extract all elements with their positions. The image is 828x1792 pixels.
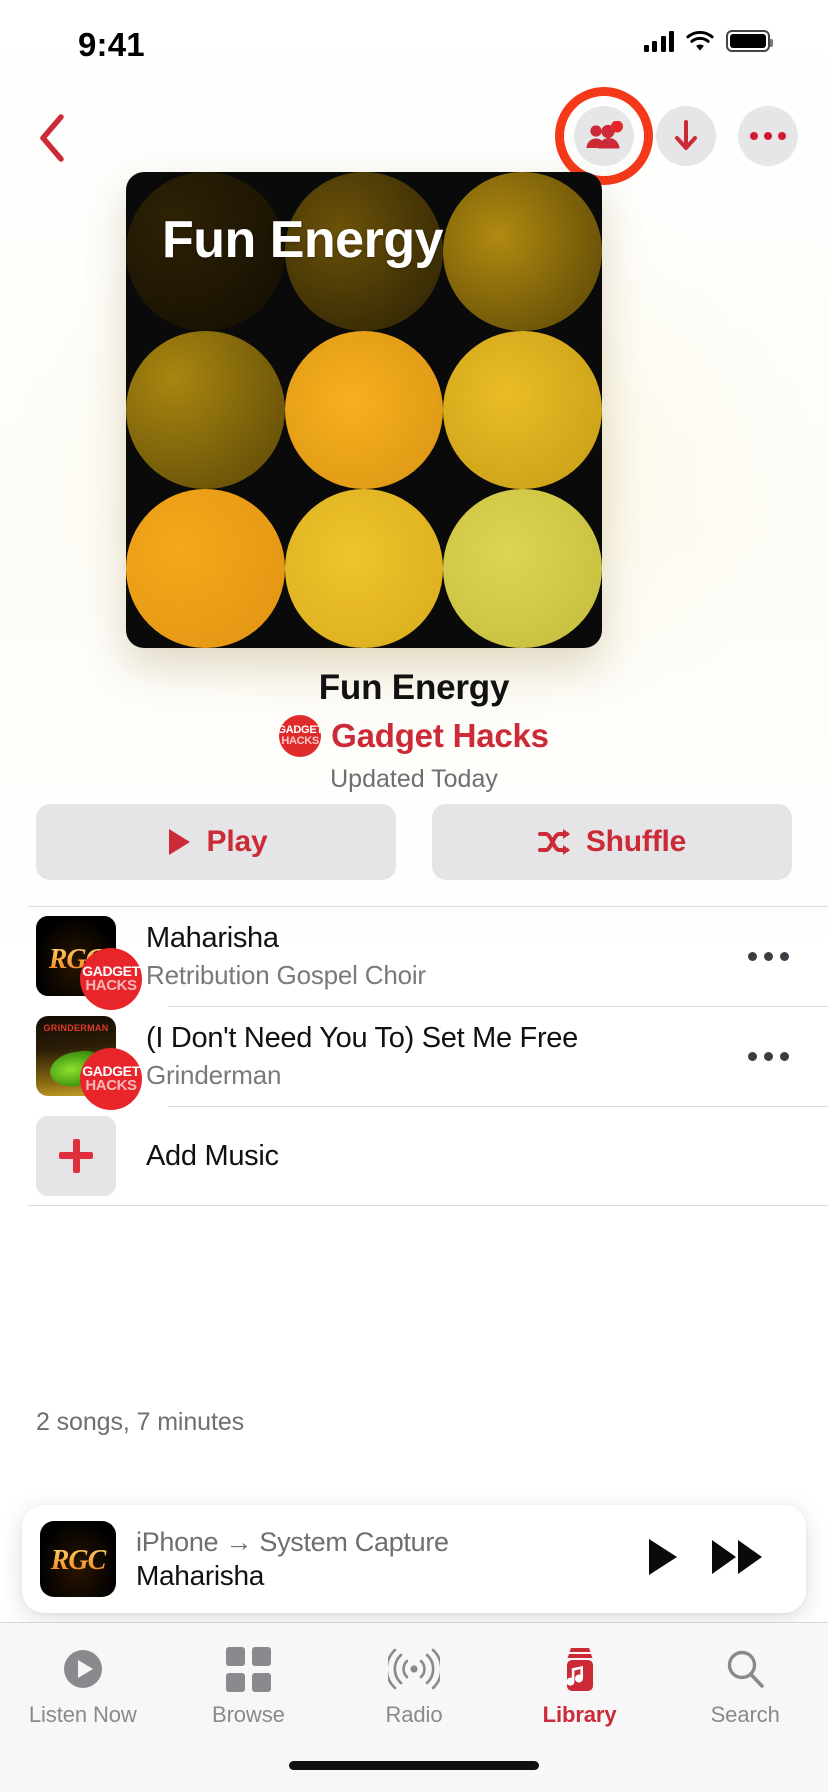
more-ellipsis-icon xyxy=(750,132,786,140)
people-collaborate-icon xyxy=(586,121,623,149)
song-title: (I Don't Need You To) Set Me Free xyxy=(146,1021,578,1054)
song-title: Maharisha xyxy=(146,921,279,954)
song-artwork-wrap: GRINDERMAN GADGET HACKS xyxy=(36,1016,142,1110)
song-artist: Grinderman xyxy=(146,1059,282,1090)
song-list: RGC GADGET HACKS Maharisha Retribution G… xyxy=(0,906,828,1206)
download-button[interactable] xyxy=(656,106,716,166)
shuffle-button-label: Shuffle xyxy=(585,825,687,858)
play-button[interactable]: Play xyxy=(36,804,396,880)
playlist-artwork[interactable]: Fun Energy xyxy=(126,172,602,648)
more-ellipsis-icon xyxy=(747,1051,789,1061)
tab-label: Listen Now xyxy=(28,1702,137,1727)
play-triangle-icon xyxy=(649,1538,677,1575)
add-music-button[interactable] xyxy=(36,1116,116,1196)
playlist-meta: Fun Energy GADGET HACKS Gadget Hacks Upd… xyxy=(0,668,828,794)
song-text: (I Don't Need You To) Set Me Free Grinde… xyxy=(132,1022,738,1091)
status-bar-time: 9:41 xyxy=(78,26,145,63)
mini-player-text: iPhone → System Capture Maharisha xyxy=(116,1527,628,1592)
back-button[interactable] xyxy=(22,104,82,172)
song-artwork-label: GRINDERMAN xyxy=(43,1023,109,1033)
music-playlist-screen: 9:41 Fun Energy Fun Energy GADGET HACKS … xyxy=(0,0,828,1792)
browse-grid-icon xyxy=(225,1645,271,1693)
avatar-line2: HACKS xyxy=(281,735,319,747)
battery-full-icon xyxy=(726,30,773,52)
tab-search[interactable]: Search xyxy=(662,1645,828,1728)
artwork-title-overlay: Fun Energy xyxy=(162,211,444,269)
download-arrow-icon xyxy=(675,120,697,150)
mini-player-artwork: RGC xyxy=(40,1521,116,1597)
watermark-line1: GADGET xyxy=(82,962,140,979)
mini-player-forward-button[interactable] xyxy=(696,1535,780,1584)
library-icon xyxy=(560,1645,600,1693)
playlist-artist[interactable]: Gadget Hacks xyxy=(331,717,549,755)
fast-forward-icon xyxy=(712,1539,762,1574)
playlist-stats: 2 songs, 7 minutes xyxy=(36,1408,245,1436)
shuffle-icon xyxy=(537,829,570,855)
table-row[interactable]: GRINDERMAN GADGET HACKS (I Don't Need Yo… xyxy=(0,1006,828,1110)
table-row[interactable]: RGC GADGET HACKS Maharisha Retribution G… xyxy=(0,906,828,1010)
song-more-button[interactable] xyxy=(738,1051,798,1061)
status-bar: 9:41 xyxy=(0,0,828,92)
mini-player-artwork-label: RGC xyxy=(40,1545,116,1577)
watermark-line1: GADGET xyxy=(82,1062,140,1079)
collaborate-button[interactable] xyxy=(555,87,653,185)
mini-player-song: Maharisha xyxy=(136,1559,265,1591)
tab-browse[interactable]: Browse xyxy=(166,1645,332,1728)
watermark-line2: HACKS xyxy=(85,977,137,995)
radio-waves-icon xyxy=(387,1645,440,1693)
home-indicator xyxy=(289,1761,539,1770)
watermark-line2: HACKS xyxy=(85,1077,137,1095)
add-music-label: Add Music xyxy=(146,1139,279,1172)
status-bar-indicators xyxy=(643,30,773,52)
search-magnifier-icon xyxy=(723,1645,767,1693)
wifi-icon xyxy=(686,30,714,51)
shuffle-button[interactable]: Shuffle xyxy=(432,804,792,880)
playback-actions: Play Shuffle xyxy=(36,804,792,880)
plus-icon xyxy=(59,1139,93,1173)
back-chevron-icon xyxy=(40,114,64,162)
row-divider-bottom xyxy=(28,1205,828,1206)
nav-action-buttons xyxy=(555,87,798,185)
more-ellipsis-icon xyxy=(747,951,789,961)
gadget-hacks-watermark: GADGET HACKS xyxy=(80,948,142,1010)
tab-radio[interactable]: Radio xyxy=(331,1645,497,1728)
listen-now-icon xyxy=(61,1645,105,1693)
tab-label: Library xyxy=(542,1702,617,1727)
song-text: Maharisha Retribution Gospel Choir xyxy=(132,922,738,991)
signal-bars-icon xyxy=(643,30,674,52)
tab-listen-now[interactable]: Listen Now xyxy=(0,1645,166,1728)
mini-player[interactable]: RGC iPhone → System Capture Maharisha xyxy=(22,1505,806,1613)
tab-library[interactable]: Library xyxy=(497,1645,663,1728)
tab-bar: Listen Now Browse Radio Library Search xyxy=(0,1622,828,1792)
song-more-button[interactable] xyxy=(738,951,798,961)
tab-label: Radio xyxy=(385,1702,443,1727)
gadget-hacks-watermark: GADGET HACKS xyxy=(80,1048,142,1110)
playlist-title: Fun Energy xyxy=(318,668,510,707)
mini-player-route: iPhone → System Capture xyxy=(136,1526,449,1557)
avatar: GADGET HACKS xyxy=(279,715,322,757)
tab-label: Browse xyxy=(212,1702,285,1727)
play-triangle-icon xyxy=(168,829,190,855)
playlist-updated: Updated Today xyxy=(330,765,498,793)
mini-player-play-button[interactable] xyxy=(628,1535,696,1584)
song-artwork-wrap: RGC GADGET HACKS xyxy=(36,916,142,1010)
row-divider xyxy=(168,1006,828,1007)
add-music-row[interactable]: Add Music xyxy=(0,1106,828,1206)
more-options-button[interactable] xyxy=(738,106,798,166)
row-divider xyxy=(168,1106,828,1107)
playlist-artist-row[interactable]: GADGET HACKS Gadget Hacks xyxy=(0,715,828,757)
collaborate-button-bg[interactable] xyxy=(574,106,634,166)
play-button-label: Play xyxy=(206,825,268,858)
row-divider xyxy=(28,906,828,907)
song-artist: Retribution Gospel Choir xyxy=(146,959,426,990)
tab-label: Search xyxy=(710,1702,780,1727)
